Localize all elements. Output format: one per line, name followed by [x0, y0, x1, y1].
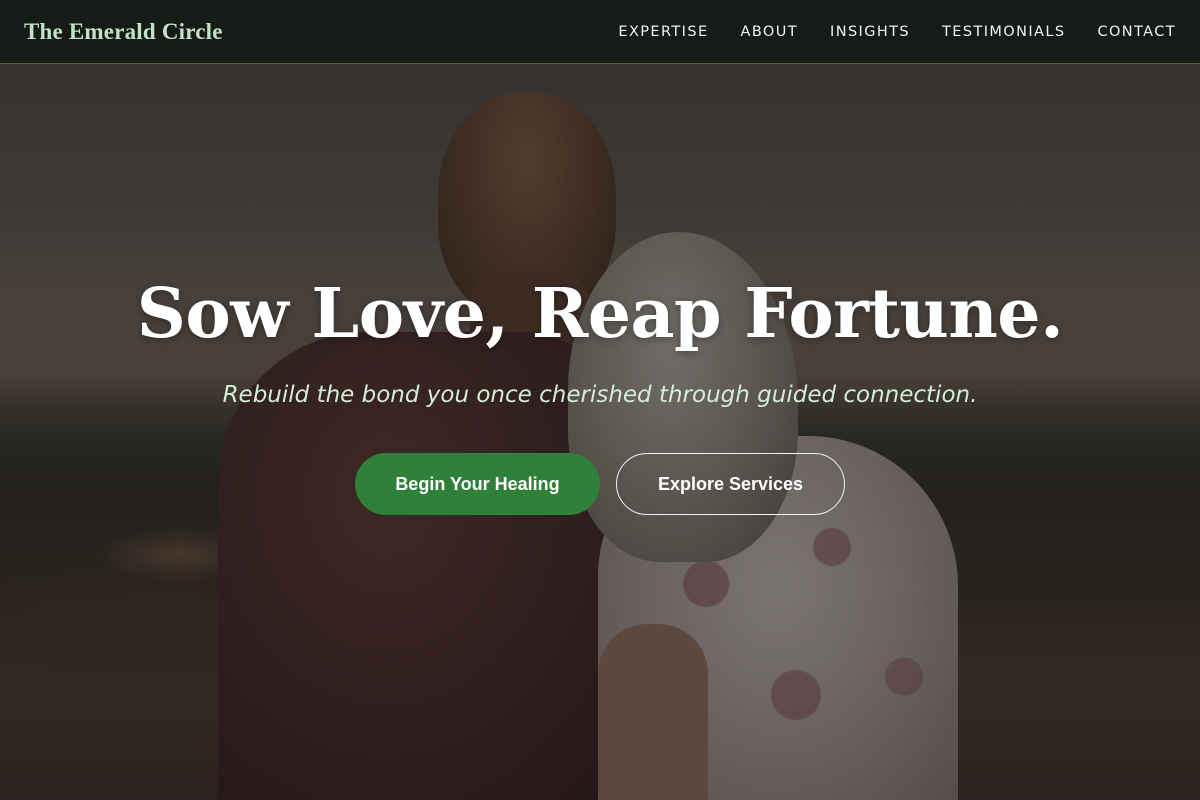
nav-item-about: ABOUT	[741, 23, 799, 41]
nav-item-insights: INSIGHTS	[830, 23, 910, 41]
nav-link-contact[interactable]: CONTACT	[1097, 24, 1176, 40]
hero-section: Sow Love, Reap Fortune. Rebuild the bond…	[0, 64, 1200, 800]
top-nav-bar: The Emerald Circle EXPERTISE ABOUT INSIG…	[0, 0, 1200, 64]
hero-actions: Begin Your Healing Explore Services	[0, 453, 1200, 515]
hero-subtitle: Rebuild the bond you once cherished thro…	[222, 382, 978, 408]
hero-content: Sow Love, Reap Fortune. Rebuild the bond…	[0, 64, 1200, 800]
explore-services-button[interactable]: Explore Services	[616, 453, 845, 515]
nav-link-about[interactable]: ABOUT	[741, 24, 799, 40]
brand-logo-link[interactable]: The Emerald Circle	[24, 19, 223, 45]
nav-link-expertise[interactable]: EXPERTISE	[618, 24, 708, 40]
nav-item-contact: CONTACT	[1097, 23, 1176, 41]
hero-headline: Sow Love, Reap Fortune.	[136, 274, 1064, 354]
nav-link-testimonials[interactable]: TESTIMONIALS	[942, 24, 1065, 40]
nav-link-insights[interactable]: INSIGHTS	[830, 24, 910, 40]
begin-healing-button[interactable]: Begin Your Healing	[355, 453, 600, 515]
nav-item-testimonials: TESTIMONIALS	[942, 23, 1065, 41]
nav-links: EXPERTISE ABOUT INSIGHTS TESTIMONIALS CO…	[618, 23, 1176, 41]
nav-item-expertise: EXPERTISE	[618, 23, 708, 41]
